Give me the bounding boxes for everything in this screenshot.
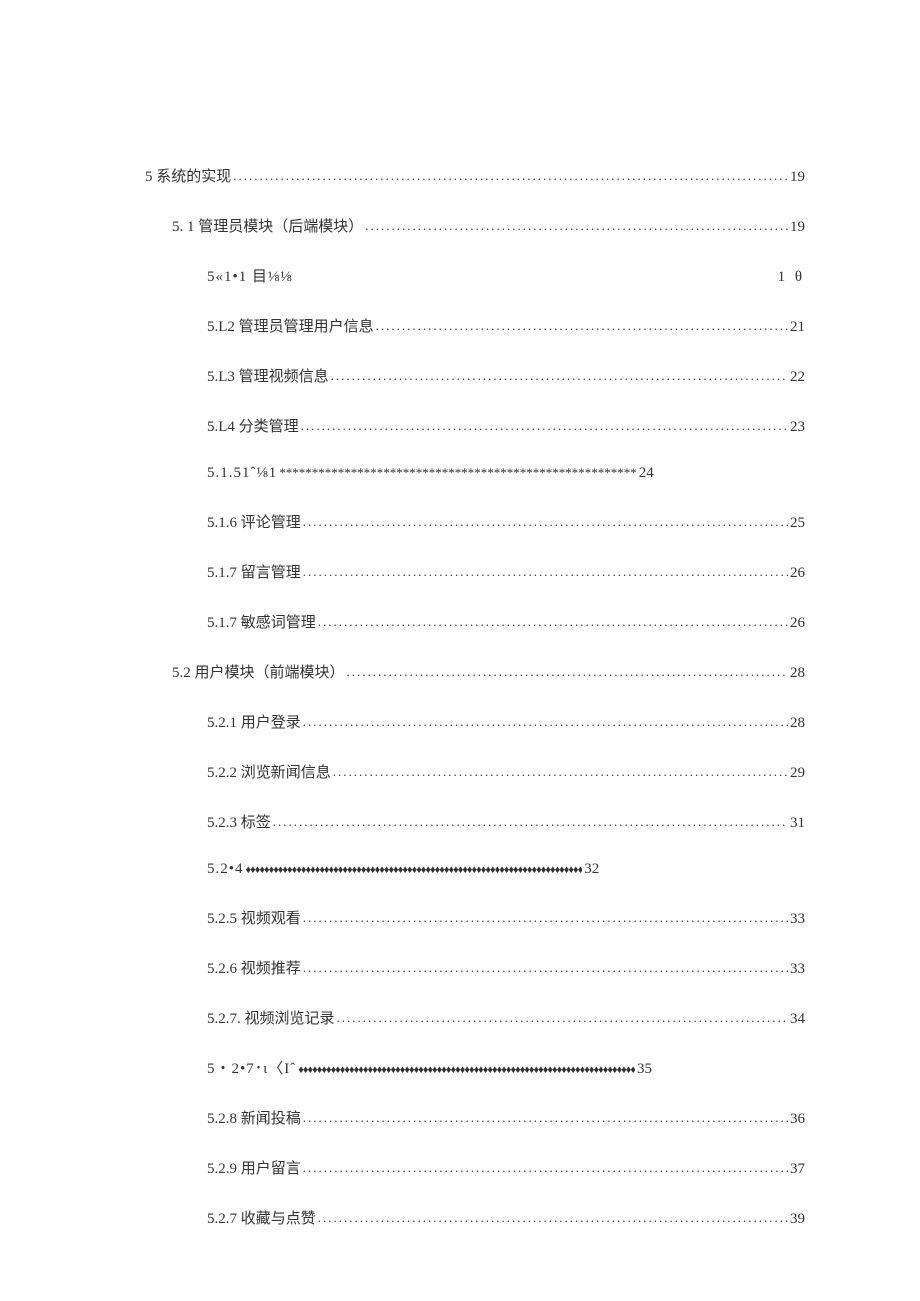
toc-page-number: 19 [790, 169, 805, 186]
toc-label: 5.2.2 浏览新闻信息 [207, 761, 331, 782]
toc-leader: ........................................… [376, 318, 788, 334]
toc-label: 5.1.51ˆ⅛1 [207, 465, 277, 482]
toc-label: 5«1•1 目⅛⅛ [207, 265, 293, 286]
toc-page-number: 21 [790, 319, 805, 336]
toc-entry: 5.2.9 用户留言..............................… [145, 1157, 805, 1178]
toc-label: 5. 1 管理员模块（后端模块） [172, 215, 363, 236]
toc-leader: ♦♦♦♦♦♦♦♦♦♦♦♦♦♦♦♦♦♦♦♦♦♦♦♦♦♦♦♦♦♦♦♦♦♦♦♦♦♦♦♦… [298, 1064, 635, 1076]
toc-entry: 5.1.51ˆ⅛1*******************************… [145, 465, 805, 482]
toc-leader: ........................................… [233, 168, 788, 184]
toc-page-number: 39 [790, 1211, 805, 1228]
toc-page-number: 35 [637, 1061, 652, 1078]
toc-label: 5.2.3 标签 [207, 811, 271, 832]
toc-label: 5.2.7. 视频浏览记录 [207, 1007, 335, 1028]
toc-leader: ........................................… [303, 1160, 788, 1176]
toc-leader: ........................................… [303, 1110, 788, 1126]
toc-leader: ........................................… [303, 564, 788, 580]
toc-page-number: 32 [584, 861, 599, 878]
toc-page-number: 19 [790, 219, 805, 236]
toc-label: 5.1.7 留言管理 [207, 561, 301, 582]
toc-label: 5・2•7･ι〈Iˆ [207, 1057, 296, 1078]
toc-label: 5.2.5 视频观看 [207, 907, 301, 928]
toc-leader: ........................................… [337, 1010, 788, 1026]
toc-entry: 5. 1 管理员模块（后端模块） .......................… [145, 215, 805, 236]
toc-leader: ........................................… [333, 764, 788, 780]
toc-leader: ........................................… [318, 1210, 788, 1226]
toc-label: 5.L3 管理视频信息 [207, 365, 329, 386]
toc-page-number: 25 [790, 515, 805, 532]
toc-label: 5.2.8 新闻投稿 [207, 1107, 301, 1128]
toc-leader: ........................................… [347, 664, 788, 680]
toc-entry: 5.2.7. 视频浏览记录...........................… [145, 1007, 805, 1028]
toc-label: 5.L4 分类管理 [207, 415, 299, 436]
toc-page-number: 23 [790, 419, 805, 436]
toc-entry: 5.2.1 用户登录..............................… [145, 711, 805, 732]
toc-entry: 5.2.6 视频推荐..............................… [145, 957, 805, 978]
toc-label: 5.2•4 [207, 861, 244, 878]
toc-entry: 5・2•7･ι〈Iˆ♦♦♦♦♦♦♦♦♦♦♦♦♦♦♦♦♦♦♦♦♦♦♦♦♦♦♦♦♦♦… [145, 1057, 805, 1078]
toc-page-number: 37 [790, 1161, 805, 1178]
toc-entry: 5.1.6 评论管理..............................… [145, 511, 805, 532]
toc-entry: 5.L3 管理视频信息.............................… [145, 365, 805, 386]
toc-page-number: 31 [790, 815, 805, 832]
toc-page-number: 24 [639, 465, 654, 482]
toc-page-number: 28 [790, 665, 805, 682]
toc-entry: 5«1•1 目⅛⅛ 1 θ [145, 265, 805, 286]
table-of-contents: 5 系统的实现.................................… [145, 165, 805, 1228]
toc-leader: ****************************************… [279, 465, 637, 481]
toc-entry: 5.2.5 视频观看..............................… [145, 907, 805, 928]
toc-label: 5.2.7 收藏与点赞 [207, 1207, 316, 1228]
toc-page-number: 33 [790, 911, 805, 928]
toc-label: 5.2.9 用户留言 [207, 1157, 301, 1178]
toc-page-number: 29 [790, 765, 805, 782]
toc-entry: 5.2 用户模块（前端模块）..........................… [145, 661, 805, 682]
toc-entry: 5.L2 管理员管理用户信息..........................… [145, 315, 805, 336]
toc-page-number: 33 [790, 961, 805, 978]
toc-page-number: 36 [790, 1111, 805, 1128]
toc-leader: ........................................… [301, 418, 788, 434]
toc-entry: 5.2.8 新闻投稿..............................… [145, 1107, 805, 1128]
toc-leader: ........................................… [303, 960, 788, 976]
toc-entry: 5.2.7 收藏与点赞.............................… [145, 1207, 805, 1228]
toc-leader: ♦♦♦♦♦♦♦♦♦♦♦♦♦♦♦♦♦♦♦♦♦♦♦♦♦♦♦♦♦♦♦♦♦♦♦♦♦♦♦♦… [246, 864, 583, 876]
toc-leader: ........................................… [303, 910, 788, 926]
toc-label: 5.2.1 用户登录 [207, 711, 301, 732]
toc-leader: ........................................… [303, 514, 788, 530]
toc-leader: ........................................… [318, 614, 788, 630]
toc-label: 5.2 用户模块（前端模块） [172, 661, 345, 682]
toc-page-number: 26 [790, 565, 805, 582]
toc-label: 5 系统的实现 [145, 165, 231, 186]
toc-page-number: 28 [790, 715, 805, 732]
toc-entry: 5.1.7 留言管理..............................… [145, 561, 805, 582]
toc-label: 5.L2 管理员管理用户信息 [207, 315, 374, 336]
toc-leader: ........................................… [273, 814, 788, 830]
toc-label: 5.2.6 视频推荐 [207, 957, 301, 978]
toc-entry: 5.2.3 标签................................… [145, 811, 805, 832]
toc-page-number: 34 [790, 1011, 805, 1028]
toc-entry: 5 系统的实现.................................… [145, 165, 805, 186]
toc-entry: 5.2•4 ♦♦♦♦♦♦♦♦♦♦♦♦♦♦♦♦♦♦♦♦♦♦♦♦♦♦♦♦♦♦♦♦♦♦… [145, 861, 805, 878]
toc-entry: 5.1.7 敏感词管理.............................… [145, 611, 805, 632]
toc-label: 5.1.7 敏感词管理 [207, 611, 316, 632]
toc-page-number: 22 [790, 369, 805, 386]
toc-leader: ........................................… [303, 714, 788, 730]
toc-page-number: 1 θ [778, 269, 805, 286]
toc-label: 5.1.6 评论管理 [207, 511, 301, 532]
toc-page-number: 26 [790, 615, 805, 632]
toc-leader: ........................................… [331, 368, 788, 384]
toc-leader: ........................................… [365, 218, 788, 234]
toc-entry: 5.L4 分类管理...............................… [145, 415, 805, 436]
toc-entry: 5.2.2 浏览新闻信息............................… [145, 761, 805, 782]
